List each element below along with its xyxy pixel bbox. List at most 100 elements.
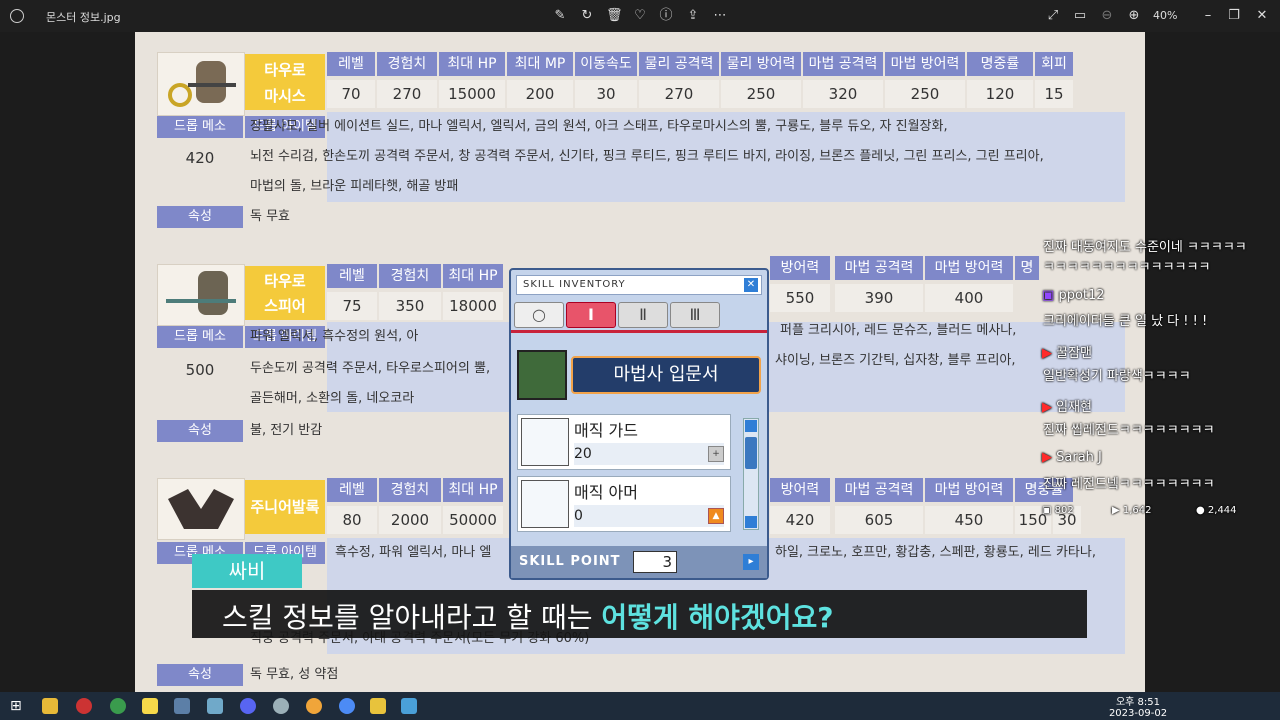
- monster2-attr-label: 속성: [157, 420, 243, 442]
- zoom-in-icon[interactable]: ⊕: [1126, 8, 1142, 24]
- delete-icon[interactable]: 🗑: [606, 8, 623, 24]
- skill-point-arrow-icon[interactable]: ▸: [743, 554, 759, 570]
- scroll-down-icon[interactable]: [745, 516, 757, 528]
- calculator-icon[interactable]: [174, 698, 190, 714]
- monster3-def: 420: [770, 506, 830, 534]
- monster1-name-line2: 마시스: [264, 87, 306, 105]
- stat-people: ● 2,444: [1196, 505, 1237, 516]
- kakaotalk-icon[interactable]: [142, 698, 158, 714]
- edit-icon[interactable]: ✎: [552, 8, 568, 24]
- minimize-icon[interactable]: –: [1200, 8, 1216, 24]
- monster1-value: 15000: [439, 80, 505, 108]
- skill-tab-1[interactable]: Ⅰ: [566, 302, 616, 328]
- skill-inventory-window: SKILL INVENTORY ✕ ○ Ⅰ Ⅱ Ⅲ 마법사 입문서 매직 가드 …: [509, 268, 769, 580]
- monster1-header: 명중률: [967, 52, 1033, 76]
- monster1-value: 30: [575, 80, 637, 108]
- chat-username: ▶ Sarah J: [1042, 450, 1102, 465]
- scroll-thumb[interactable]: [745, 437, 757, 469]
- chat-message: 진짜 레전드넼ㅋㅋㅋㅋㅋㅋㅋㅋ: [1043, 477, 1215, 492]
- zoom-out-icon[interactable]: ⊖: [1099, 8, 1115, 24]
- file-explorer-icon[interactable]: [42, 698, 58, 714]
- monster3-mdef: 450: [925, 506, 1013, 534]
- monster2-header-hp: 최대 HP: [443, 264, 503, 288]
- monster1-attr: 독 무효: [250, 209, 291, 224]
- monster3-header-hp: 최대 HP: [443, 478, 503, 502]
- monster3-header-mdef: 마법 방어력: [925, 478, 1013, 502]
- monster1-value: 250: [721, 80, 801, 108]
- more-icon[interactable]: ⋯: [712, 8, 728, 24]
- favorite-icon[interactable]: ♡: [632, 8, 648, 24]
- book-title: 마법사 입문서: [571, 356, 761, 394]
- app-icon[interactable]: [370, 698, 386, 714]
- app-icon[interactable]: [207, 698, 223, 714]
- monster1-value: 70: [327, 80, 375, 108]
- monster3-matk: 605: [835, 506, 923, 534]
- share-icon[interactable]: ⇪: [685, 8, 701, 24]
- tauro-spear-image: [157, 264, 245, 326]
- monster2-def: 550: [770, 284, 830, 312]
- monster2-exp: 350: [379, 292, 441, 320]
- app-icon[interactable]: [273, 698, 289, 714]
- clock-date: 2023-09-02: [1108, 708, 1168, 719]
- obs-icon[interactable]: [76, 698, 92, 714]
- chat-message: 진짜 대동여지도 수준이네 ㅋㅋㅋㅋㅋ: [1043, 240, 1247, 255]
- monster1-header: 이동속도: [575, 52, 637, 76]
- monster1-header: 마법 방어력: [885, 52, 965, 76]
- monster1-header: 마법 공격력: [803, 52, 883, 76]
- skill-window-close-icon[interactable]: ✕: [744, 278, 758, 292]
- skill-tab-beginner[interactable]: ○: [514, 302, 564, 328]
- skill-row-magic-armor[interactable]: 매직 아머 0 ▲: [517, 476, 731, 532]
- junior-balrog-image: [157, 478, 245, 540]
- youtube-icon: ▶: [1042, 400, 1052, 415]
- chrome-icon[interactable]: [110, 698, 126, 714]
- skill-scrollbar[interactable]: [743, 418, 759, 530]
- monster1-header: 최대 MP: [507, 52, 573, 76]
- monster1-value: 120: [967, 80, 1033, 108]
- monster2-name-line1: 타우로: [264, 272, 306, 290]
- monster1-value: 15: [1035, 80, 1073, 108]
- monster2-name: 타우로 스피어: [245, 266, 325, 320]
- monster1-value: 250: [885, 80, 965, 108]
- monster2-meso-label: 드롭 메소: [157, 326, 243, 348]
- stat-viewers: ▣ 802: [1042, 505, 1074, 516]
- scroll-up-icon[interactable]: [745, 420, 757, 432]
- maximize-icon[interactable]: ❐: [1226, 8, 1242, 24]
- info-icon[interactable]: ⓘ: [658, 8, 674, 24]
- subtitle-bar: 스킬 정보를 알아내라고 할 때는 어떻게 해야겠어요?: [192, 590, 1087, 638]
- photos-icon[interactable]: [401, 698, 417, 714]
- monster1-name-line1: 타우로: [264, 61, 306, 79]
- clock[interactable]: 오후 8:51 2023-09-02: [1108, 697, 1168, 719]
- monster1-attr-label: 속성: [157, 206, 243, 228]
- fit-icon[interactable]: ▭: [1072, 8, 1088, 24]
- magic-guard-icon: [521, 418, 569, 466]
- monster2-items-line3: 골든해머, 소환의 돌, 네오코라: [250, 391, 415, 406]
- magic-armor-level: 0: [574, 505, 724, 527]
- skill-tab-3[interactable]: Ⅲ: [670, 302, 720, 328]
- fullscreen-icon[interactable]: ⤢: [1045, 8, 1061, 24]
- windows-start-icon[interactable]: ⊞: [10, 698, 26, 714]
- chat-user: ppot12: [1058, 288, 1105, 303]
- monster3-header-def: 방어력: [770, 478, 830, 502]
- rotate-icon[interactable]: ↻: [579, 8, 595, 24]
- magic-guard-levelup-icon[interactable]: +: [708, 446, 724, 462]
- skill-row-magic-guard[interactable]: 매직 가드 20 +: [517, 414, 731, 470]
- monster3-attr: 독 무효, 성 약점: [250, 667, 339, 682]
- tab-divider: [511, 330, 767, 333]
- discord-icon[interactable]: [240, 698, 256, 714]
- monster3-exp: 2000: [379, 506, 441, 534]
- monster1-header: 레벨: [327, 52, 375, 76]
- monster1-header: 최대 HP: [439, 52, 505, 76]
- app-icon[interactable]: [339, 698, 355, 714]
- subtitle-plain: 스킬 정보를 알아내라고 할 때는: [222, 601, 602, 634]
- taskbar: ⊞ 오후 8:51 2023-09-02: [0, 692, 1280, 720]
- skill-window-title: SKILL INVENTORY: [523, 279, 626, 290]
- close-icon[interactable]: ✕: [1254, 8, 1270, 24]
- magic-guard-level: 20: [574, 443, 724, 465]
- spellbook-icon: [517, 350, 567, 400]
- chat-user: Sarah J: [1056, 450, 1102, 465]
- magic-guard-name: 매직 가드: [574, 421, 638, 440]
- maplestory-icon[interactable]: [306, 698, 322, 714]
- magic-armor-levelup-icon[interactable]: ▲: [708, 508, 724, 524]
- skill-tab-2[interactable]: Ⅱ: [618, 302, 668, 328]
- monster1-value: 270: [377, 80, 437, 108]
